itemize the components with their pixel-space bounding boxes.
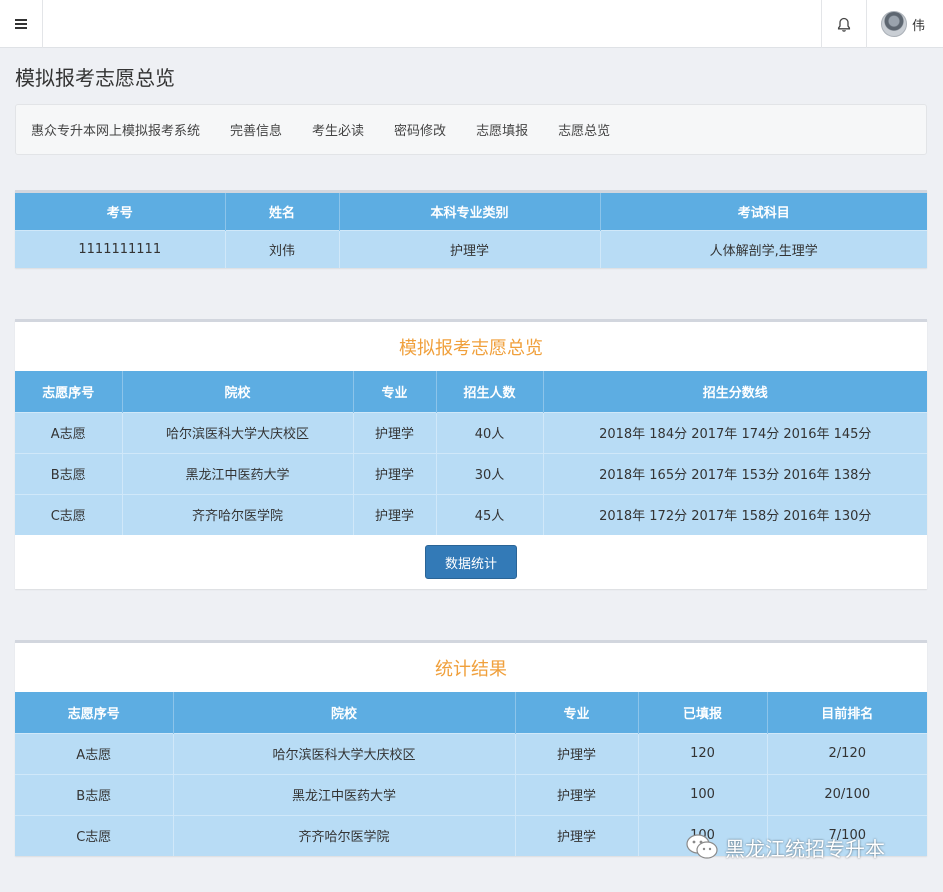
school: 齐齐哈尔医学院 [173,814,516,856]
wish-order: C志愿 [15,493,123,535]
school: 黑龙江中医药大学 [173,773,516,815]
column-header: 志愿序号 [15,371,123,412]
enrollment: 45人 [436,493,544,535]
major: 护理学 [515,773,639,815]
wish-order: B志愿 [15,773,174,815]
menu-toggle-button[interactable] [0,0,43,48]
column-header: 已填报 [638,692,768,733]
wechat-icon [686,834,718,859]
enrollment: 40人 [436,411,544,453]
applied-count: 100 [638,773,768,815]
wish-order: B志愿 [15,452,123,494]
column-header: 招生人数 [436,371,544,412]
user-name: 伟 [912,18,926,34]
table-row: A志愿 哈尔滨医科大学大庆校区 护理学 120 2/120 [15,732,927,774]
stats-panel: 统计结果 志愿序号 院校 专业 已填报 目前排名 A志愿 哈尔滨医科大学大庆校区… [15,640,927,856]
wish-order: C志愿 [15,814,174,856]
applied-count: 120 [638,732,768,774]
column-header: 院校 [122,371,354,412]
column-header: 本科专业类别 [339,193,601,230]
user-menu[interactable]: 伟 [867,0,943,48]
nav-item-fill-wishes[interactable]: 志愿填报 [476,120,528,139]
school: 黑龙江中医药大学 [122,452,354,494]
nav-bar: 惠众专升本网上模拟报考系统 完善信息 考生必读 密码修改 志愿填报 志愿总览 [15,104,927,155]
nav-item-must-read[interactable]: 考生必读 [312,120,364,139]
enrollment: 30人 [436,452,544,494]
major: 护理学 [515,814,639,856]
hamburger-icon [15,19,27,29]
button-row: 数据统计 [15,535,927,589]
column-header: 志愿序号 [15,692,174,733]
exam-subjects: 人体解剖学,生理学 [600,229,927,268]
stats-title: 统计结果 [435,658,507,680]
wish-order: A志愿 [15,732,174,774]
page-title: 模拟报考志愿总览 [15,66,175,90]
overview-title: 模拟报考志愿总览 [399,337,543,359]
table-row: A志愿 哈尔滨医科大学大庆校区 护理学 40人 2018年 184分 2017年… [15,411,927,453]
column-header: 姓名 [225,193,340,230]
overview-table: 志愿序号 院校 专业 招生人数 招生分数线 A志愿 哈尔滨医科大学大庆校区 护理… [15,371,927,535]
school: 齐齐哈尔医学院 [122,493,354,535]
column-header: 考试科目 [600,193,927,230]
nav-item-complete-info[interactable]: 完善信息 [230,120,282,139]
overview-panel: 模拟报考志愿总览 志愿序号 院校 专业 招生人数 招生分数线 A志愿 哈尔滨医科… [15,319,927,589]
top-bar: 伟 [0,0,943,48]
score-lines: 2018年 172分 2017年 158分 2016年 130分 [543,493,927,535]
bell-icon [837,17,851,32]
score-lines: 2018年 184分 2017年 174分 2016年 145分 [543,411,927,453]
current-rank: 2/120 [767,732,927,774]
student-info-panel: 考号 姓名 本科专业类别 考试科目 1111111111 刘伟 护理学 人体解剖… [15,190,927,268]
notifications-button[interactable] [821,0,867,48]
school: 哈尔滨医科大学大庆校区 [173,732,516,774]
exam-number: 1111111111 [15,229,226,268]
school: 哈尔滨医科大学大庆校区 [122,411,354,453]
table-row: B志愿 黑龙江中医药大学 护理学 100 20/100 [15,773,927,815]
major: 护理学 [353,452,437,494]
nav-item-change-password[interactable]: 密码修改 [394,120,446,139]
major: 护理学 [353,493,437,535]
column-header: 专业 [353,371,437,412]
table-row: C志愿 齐齐哈尔医学院 护理学 45人 2018年 172分 2017年 158… [15,493,927,535]
wish-order: A志愿 [15,411,123,453]
column-header: 院校 [173,692,516,733]
student-info-table: 考号 姓名 本科专业类别 考试科目 1111111111 刘伟 护理学 人体解剖… [15,193,927,268]
column-header: 招生分数线 [543,371,927,412]
watermark-text: 黑龙江统招专升本 [725,836,885,861]
major-category: 护理学 [339,229,601,268]
column-header: 考号 [15,193,226,230]
major: 护理学 [515,732,639,774]
column-header: 专业 [515,692,639,733]
nav-item-system[interactable]: 惠众专升本网上模拟报考系统 [31,120,200,139]
current-rank: 20/100 [767,773,927,815]
major: 护理学 [353,411,437,453]
student-name: 刘伟 [225,229,340,268]
column-header: 目前排名 [767,692,927,733]
table-row: B志愿 黑龙江中医药大学 护理学 30人 2018年 165分 2017年 15… [15,452,927,494]
avatar [881,11,907,37]
table-row: 1111111111 刘伟 护理学 人体解剖学,生理学 [15,229,927,268]
score-lines: 2018年 165分 2017年 153分 2016年 138分 [543,452,927,494]
data-statistics-button[interactable]: 数据统计 [425,545,517,579]
watermark: 黑龙江统招专升本 [685,832,885,862]
nav-item-wishes-overview[interactable]: 志愿总览 [558,120,610,139]
